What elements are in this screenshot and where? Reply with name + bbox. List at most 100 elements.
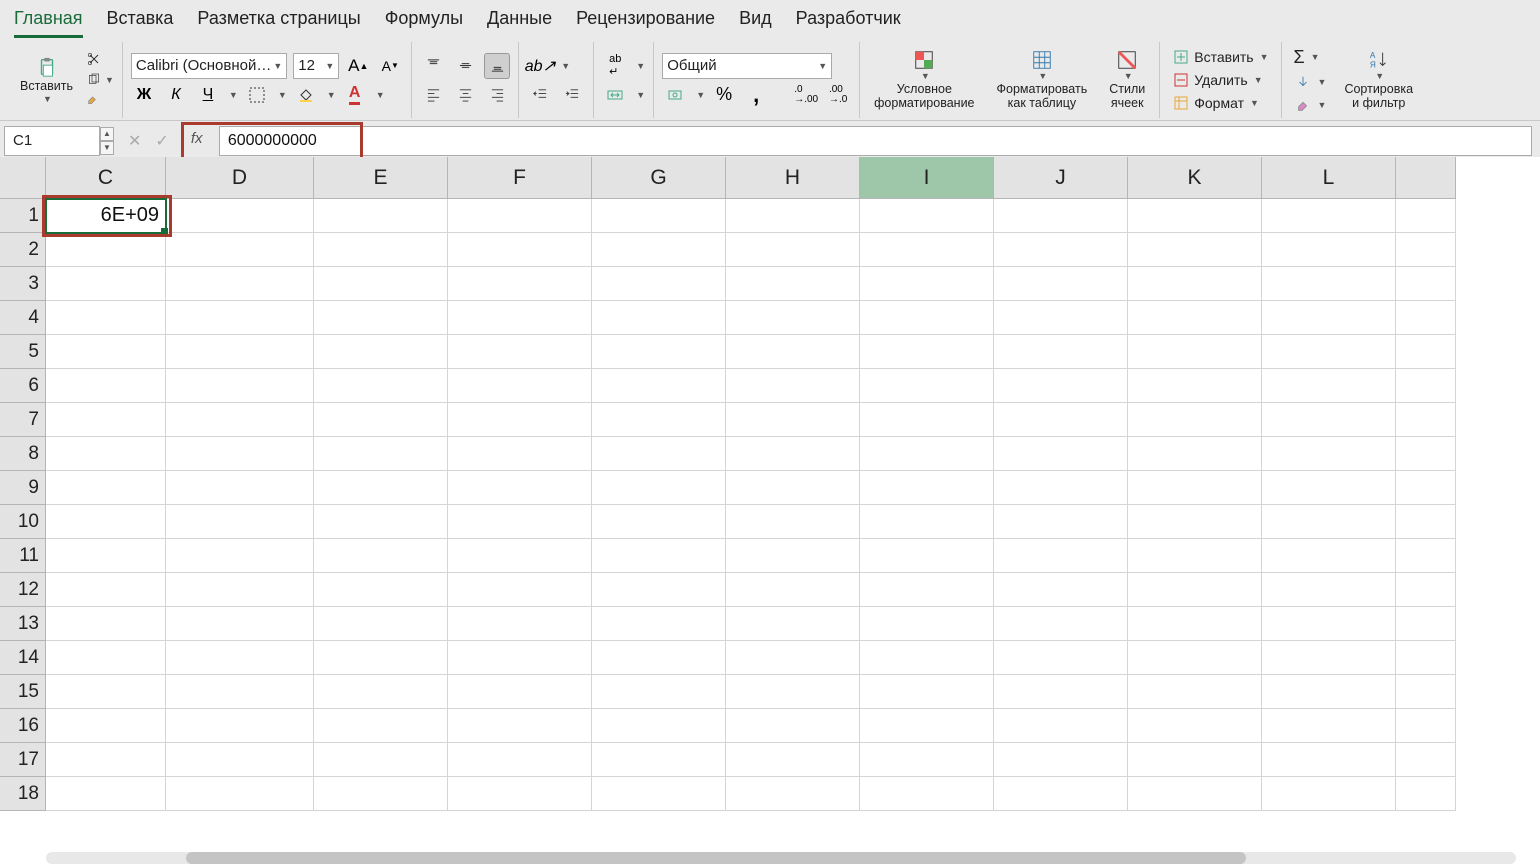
align-middle-icon[interactable] bbox=[452, 53, 478, 79]
cell-C13[interactable] bbox=[46, 607, 166, 641]
cell-J8[interactable] bbox=[994, 437, 1128, 471]
merge-button[interactable] bbox=[602, 82, 628, 108]
cell-D7[interactable] bbox=[166, 403, 314, 437]
cell-J16[interactable] bbox=[994, 709, 1128, 743]
cell-D15[interactable] bbox=[166, 675, 314, 709]
cell-C8[interactable] bbox=[46, 437, 166, 471]
cell-13[interactable] bbox=[1396, 607, 1456, 641]
column-header-G[interactable]: G bbox=[592, 157, 726, 199]
cell-styles-button[interactable]: ▼ Стили ячеек bbox=[1103, 47, 1151, 113]
cell-E16[interactable] bbox=[314, 709, 448, 743]
cell-E10[interactable] bbox=[314, 505, 448, 539]
cell-F4[interactable] bbox=[448, 301, 592, 335]
font-name-dropdown[interactable]: Calibri (Основной…▼ bbox=[131, 53, 287, 79]
fill-color-button[interactable] bbox=[293, 82, 319, 108]
cell-J6[interactable] bbox=[994, 369, 1128, 403]
cell-H12[interactable] bbox=[726, 573, 860, 607]
cell-E17[interactable] bbox=[314, 743, 448, 777]
cell-G12[interactable] bbox=[592, 573, 726, 607]
font-color-button[interactable]: A bbox=[342, 82, 368, 108]
cell-C10[interactable] bbox=[46, 505, 166, 539]
cell-H6[interactable] bbox=[726, 369, 860, 403]
cell-E5[interactable] bbox=[314, 335, 448, 369]
horizontal-scrollbar[interactable] bbox=[46, 852, 1516, 864]
decrease-font-icon[interactable]: A▼ bbox=[377, 53, 403, 79]
cell-F14[interactable] bbox=[448, 641, 592, 675]
cell-I1[interactable] bbox=[860, 199, 994, 233]
cancel-formula-button[interactable]: ✕ bbox=[128, 131, 141, 151]
cell-J11[interactable] bbox=[994, 539, 1128, 573]
cell-K8[interactable] bbox=[1128, 437, 1262, 471]
cell-D2[interactable] bbox=[166, 233, 314, 267]
cell-G8[interactable] bbox=[592, 437, 726, 471]
cell-I11[interactable] bbox=[860, 539, 994, 573]
tab-view[interactable]: Вид bbox=[739, 4, 772, 38]
underline-button[interactable]: Ч bbox=[195, 82, 221, 108]
column-header-L[interactable]: L bbox=[1262, 157, 1396, 199]
cell-G10[interactable] bbox=[592, 505, 726, 539]
orientation-button[interactable]: ab↗ bbox=[527, 53, 553, 79]
borders-button[interactable] bbox=[244, 82, 270, 108]
cell-K15[interactable] bbox=[1128, 675, 1262, 709]
cell-D10[interactable] bbox=[166, 505, 314, 539]
cell-K2[interactable] bbox=[1128, 233, 1262, 267]
cell-D14[interactable] bbox=[166, 641, 314, 675]
column-header-I[interactable]: I bbox=[860, 157, 994, 199]
cell-C14[interactable] bbox=[46, 641, 166, 675]
tab-data[interactable]: Данные bbox=[487, 4, 552, 38]
cell-E12[interactable] bbox=[314, 573, 448, 607]
cell-F5[interactable] bbox=[448, 335, 592, 369]
cell-J2[interactable] bbox=[994, 233, 1128, 267]
row-header-10[interactable]: 10 bbox=[0, 505, 46, 539]
cell-H10[interactable] bbox=[726, 505, 860, 539]
increase-font-icon[interactable]: A▲ bbox=[345, 53, 371, 79]
cell-F17[interactable] bbox=[448, 743, 592, 777]
cell-H3[interactable] bbox=[726, 267, 860, 301]
cell-H16[interactable] bbox=[726, 709, 860, 743]
cell-E4[interactable] bbox=[314, 301, 448, 335]
cell-H18[interactable] bbox=[726, 777, 860, 811]
increase-decimals-icon[interactable]: .0→.00 bbox=[793, 82, 819, 108]
cell-L18[interactable] bbox=[1262, 777, 1396, 811]
cell-K18[interactable] bbox=[1128, 777, 1262, 811]
cell-D3[interactable] bbox=[166, 267, 314, 301]
tab-review[interactable]: Рецензирование bbox=[576, 4, 715, 38]
cell-K11[interactable] bbox=[1128, 539, 1262, 573]
comma-button[interactable]: , bbox=[743, 82, 769, 108]
cell-J1[interactable] bbox=[994, 199, 1128, 233]
cell-D1[interactable] bbox=[166, 199, 314, 233]
decrease-decimals-icon[interactable]: .00→.0 bbox=[825, 82, 851, 108]
cell-E3[interactable] bbox=[314, 267, 448, 301]
cell-H11[interactable] bbox=[726, 539, 860, 573]
cell-L7[interactable] bbox=[1262, 403, 1396, 437]
cell-I16[interactable] bbox=[860, 709, 994, 743]
cell-K6[interactable] bbox=[1128, 369, 1262, 403]
cell-K7[interactable] bbox=[1128, 403, 1262, 437]
cell-J5[interactable] bbox=[994, 335, 1128, 369]
cell-L13[interactable] bbox=[1262, 607, 1396, 641]
cell-D9[interactable] bbox=[166, 471, 314, 505]
row-header-3[interactable]: 3 bbox=[0, 267, 46, 301]
cell-E18[interactable] bbox=[314, 777, 448, 811]
cell-G7[interactable] bbox=[592, 403, 726, 437]
tab-page-layout[interactable]: Разметка страницы bbox=[197, 4, 360, 38]
cell-4[interactable] bbox=[1396, 301, 1456, 335]
cell-K13[interactable] bbox=[1128, 607, 1262, 641]
align-center-icon[interactable] bbox=[452, 82, 478, 108]
formula-input[interactable]: 6000000000 bbox=[219, 126, 1532, 156]
row-header-5[interactable]: 5 bbox=[0, 335, 46, 369]
cell-I18[interactable] bbox=[860, 777, 994, 811]
cell-G18[interactable] bbox=[592, 777, 726, 811]
cell-D17[interactable] bbox=[166, 743, 314, 777]
cell-D4[interactable] bbox=[166, 301, 314, 335]
cell-C5[interactable] bbox=[46, 335, 166, 369]
cell-J9[interactable] bbox=[994, 471, 1128, 505]
cell-H15[interactable] bbox=[726, 675, 860, 709]
cell-K12[interactable] bbox=[1128, 573, 1262, 607]
cell-C1[interactable]: 6E+09 bbox=[46, 199, 166, 233]
copy-button[interactable]: ▼ bbox=[85, 71, 114, 89]
cell-6[interactable] bbox=[1396, 369, 1456, 403]
cell-J15[interactable] bbox=[994, 675, 1128, 709]
wrap-text-button[interactable]: ab↵ bbox=[602, 53, 628, 79]
cell-D5[interactable] bbox=[166, 335, 314, 369]
